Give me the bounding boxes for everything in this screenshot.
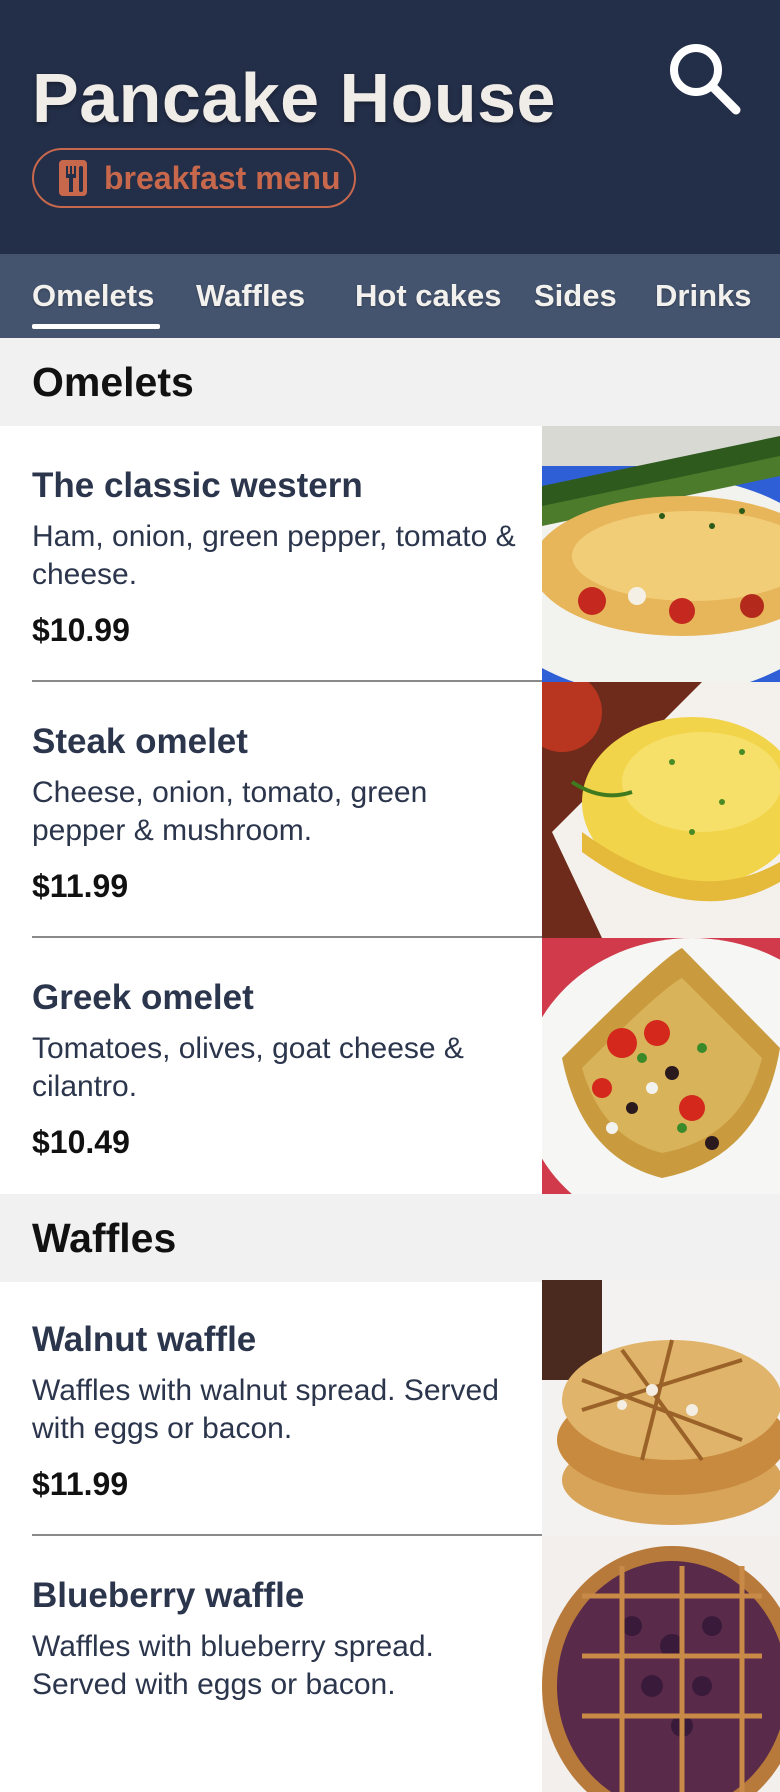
item-name: The classic western xyxy=(32,466,363,505)
menu-item[interactable]: Steak omelet Cheese, onion, tomato, gree… xyxy=(0,682,780,938)
tab-sides[interactable]: Sides xyxy=(534,254,617,338)
tab-waffles[interactable]: Waffles xyxy=(196,254,305,338)
search-icon xyxy=(670,44,741,115)
item-name: Walnut waffle xyxy=(32,1320,257,1359)
item-price: $10.99 xyxy=(32,612,130,648)
item-name: Greek omelet xyxy=(32,978,254,1017)
category-tabs: Omelets Waffles Hot cakes Sides Drinks xyxy=(0,254,780,338)
item-photo xyxy=(542,1280,780,1536)
item-description: Tomatoes, olives, goat cheese & cilantro… xyxy=(32,1032,464,1103)
section-header-waffles: Waffles xyxy=(0,1194,780,1282)
tab-drinks[interactable]: Drinks xyxy=(655,254,751,338)
item-description: Cheese, onion, tomato, green pepper & mu… xyxy=(32,776,428,847)
section-header-omelets: Omelets xyxy=(0,338,780,426)
section-title: Waffles xyxy=(32,1215,177,1261)
search-button[interactable] xyxy=(664,38,744,118)
item-name: Steak omelet xyxy=(32,722,248,761)
active-tab-indicator xyxy=(32,324,160,329)
item-photo xyxy=(542,426,780,682)
item-name: Blueberry waffle xyxy=(32,1576,305,1615)
item-price: $11.99 xyxy=(32,1466,129,1502)
item-description: Waffles with blueberry spread. Served wi… xyxy=(32,1630,434,1701)
app-header: Pancake House breakfast menu xyxy=(0,0,780,254)
item-price: $11.99 xyxy=(32,868,129,904)
item-price: $10.49 xyxy=(32,1124,130,1160)
item-photo xyxy=(542,682,780,938)
menu-item[interactable]: Greek omelet Tomatoes, olives, goat chee… xyxy=(0,938,780,1194)
menu-item[interactable]: Walnut waffle Waffles with walnut spread… xyxy=(0,1280,780,1536)
item-description: Ham, onion, green pepper, tomato & chees… xyxy=(32,520,516,591)
breakfast-menu-badge[interactable]: breakfast menu xyxy=(32,148,356,208)
fork-knife-icon xyxy=(58,158,88,198)
item-photo xyxy=(542,938,780,1194)
section-title: Omelets xyxy=(32,359,194,405)
tab-hot-cakes[interactable]: Hot cakes xyxy=(355,254,501,338)
item-photo xyxy=(542,1536,780,1792)
badge-label: breakfast menu xyxy=(104,159,341,196)
menu-item[interactable]: The classic western Ham, onion, green pe… xyxy=(0,426,780,682)
menu-item[interactable]: Blueberry waffle Waffles with blueberry … xyxy=(0,1536,780,1792)
app-title: Pancake House xyxy=(32,59,556,137)
item-description: Waffles with walnut spread. Served with … xyxy=(32,1374,499,1445)
